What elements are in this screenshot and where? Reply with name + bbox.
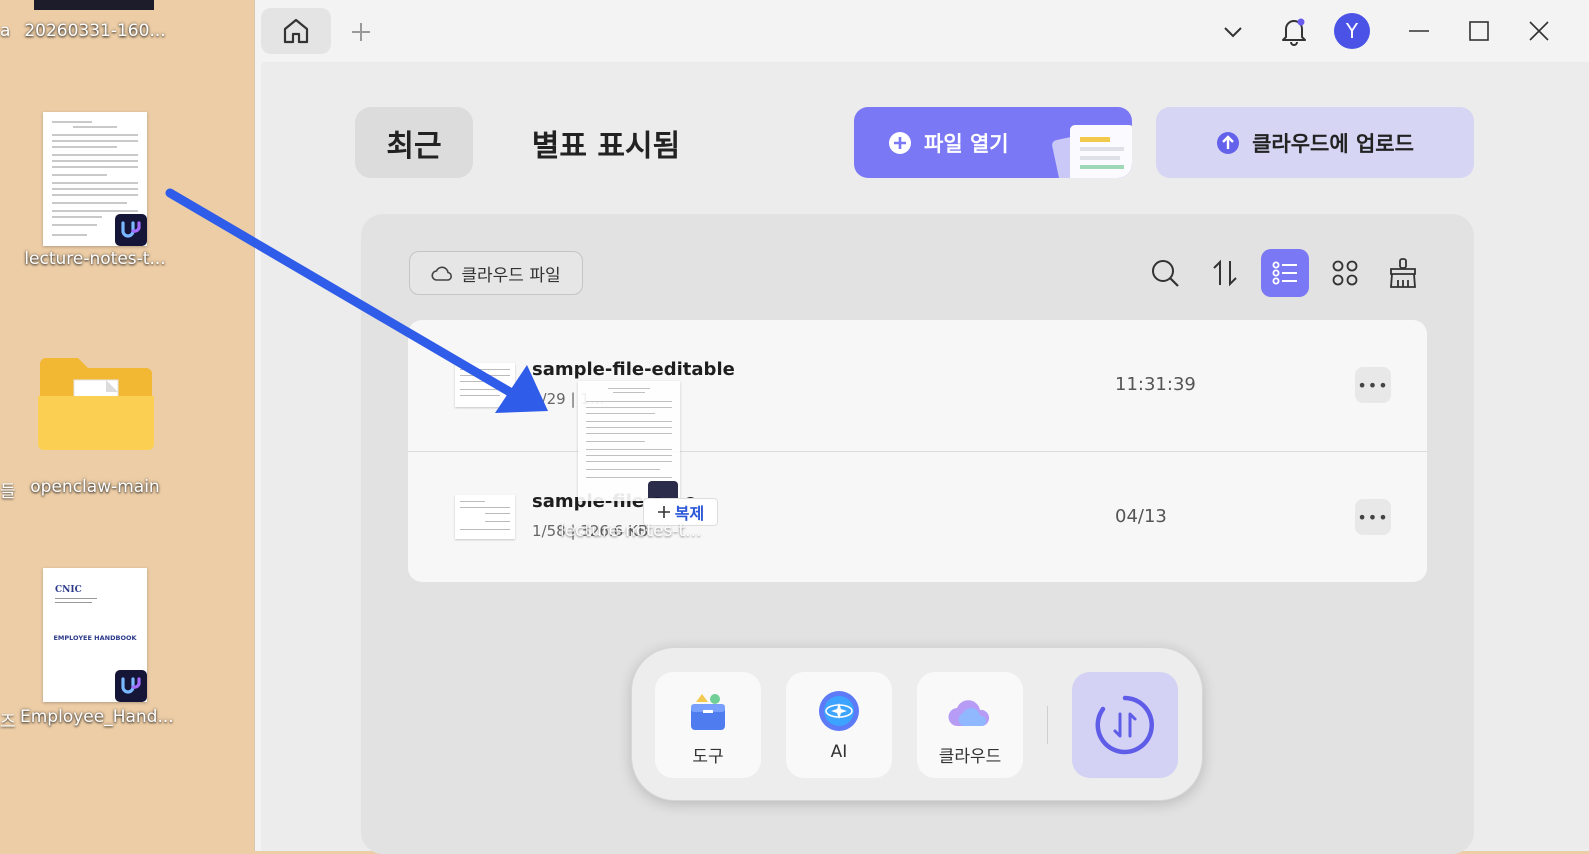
drag-direction-arrow — [165, 188, 548, 413]
